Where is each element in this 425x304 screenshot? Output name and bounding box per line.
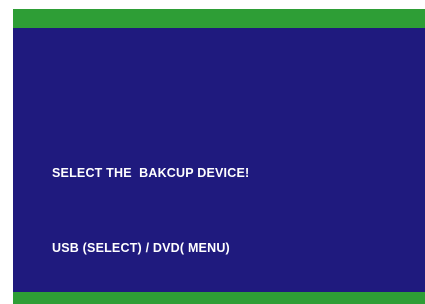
backup-device-message: SELECT THE BAKCUP DEVICE! USB (SELECT) /…	[52, 111, 249, 304]
backup-device-screen: SELECT THE BAKCUP DEVICE! USB (SELECT) /…	[0, 0, 425, 304]
device-options-hint: USB (SELECT) / DVD( MENU)	[52, 241, 230, 255]
select-device-prompt: SELECT THE BAKCUP DEVICE!	[52, 166, 250, 180]
top-green-bar	[13, 9, 425, 28]
